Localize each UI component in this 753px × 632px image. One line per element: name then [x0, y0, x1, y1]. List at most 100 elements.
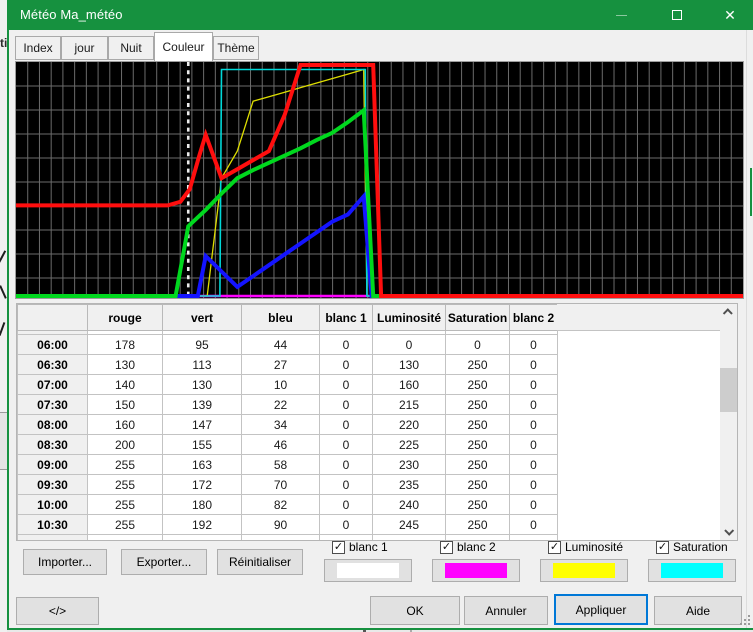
- grid-cell[interactable]: 0: [320, 335, 373, 355]
- aide-button[interactable]: Aide: [654, 596, 742, 625]
- grid-cell[interactable]: 58: [242, 455, 320, 475]
- grid-cell[interactable]: 0: [510, 355, 558, 375]
- grid-cell[interactable]: 0: [320, 435, 373, 455]
- grid-cell[interactable]: 250: [446, 415, 510, 435]
- row-time[interactable]: 11:00: [18, 535, 88, 542]
- grid-cell[interactable]: 250: [446, 375, 510, 395]
- grid-cell[interactable]: 95: [163, 335, 242, 355]
- grid-cell[interactable]: 155: [163, 435, 242, 455]
- grid-cell[interactable]: 255: [88, 475, 163, 495]
- grid-cell[interactable]: 0: [446, 335, 510, 355]
- grid-cell[interactable]: 250: [446, 515, 510, 535]
- tab-nuit[interactable]: Nuit: [108, 36, 154, 60]
- grid-cell[interactable]: 0: [320, 415, 373, 435]
- tab-index[interactable]: Index: [15, 36, 61, 60]
- grid-cell[interactable]: 0: [320, 355, 373, 375]
- grid-cell[interactable]: 10: [242, 375, 320, 395]
- table-scrollbar[interactable]: [720, 304, 737, 540]
- saturation-color-button[interactable]: [648, 559, 736, 582]
- grid-cell[interactable]: 235: [373, 475, 446, 495]
- grid-cell[interactable]: 0: [320, 515, 373, 535]
- maximize-button[interactable]: [661, 0, 693, 30]
- grid-cell[interactable]: 178: [88, 335, 163, 355]
- grid-cell[interactable]: 70: [242, 475, 320, 495]
- importer-button[interactable]: Importer...: [23, 549, 107, 575]
- grid-cell[interactable]: 255: [88, 495, 163, 515]
- col-header-blanc1[interactable]: blanc 1: [320, 305, 373, 331]
- grid-cell[interactable]: 0: [320, 455, 373, 475]
- grid-cell[interactable]: 0: [510, 435, 558, 455]
- grid-cell[interactable]: 220: [373, 415, 446, 435]
- grid-cell[interactable]: 0: [373, 335, 446, 355]
- grid-cell[interactable]: 0: [510, 455, 558, 475]
- grid-cell[interactable]: 0: [320, 375, 373, 395]
- blanc1-color-button[interactable]: [324, 559, 412, 582]
- blanc2-checkbox[interactable]: ✓: [440, 541, 453, 554]
- row-time[interactable]: 08:30: [18, 435, 88, 455]
- grid-cell[interactable]: 27: [242, 355, 320, 375]
- row-time[interactable]: 08:00: [18, 415, 88, 435]
- col-header-saturation[interactable]: Saturation: [446, 305, 510, 331]
- grid-cell[interactable]: 113: [163, 355, 242, 375]
- grid-cell[interactable]: 163: [163, 455, 242, 475]
- titlebar[interactable]: Météo Ma_météo ✕: [7, 0, 753, 30]
- grid-cell[interactable]: 130: [88, 355, 163, 375]
- saturation-checkbox[interactable]: ✓: [656, 541, 669, 554]
- ok-button[interactable]: OK: [370, 596, 460, 625]
- col-header-bleu[interactable]: bleu: [242, 305, 320, 331]
- grid-cell[interactable]: 0: [510, 335, 558, 355]
- grid-cell[interactable]: 250: [446, 355, 510, 375]
- grid-cell[interactable]: 130: [373, 355, 446, 375]
- code-view-button[interactable]: </>: [16, 597, 99, 625]
- color-curve-chart[interactable]: [15, 61, 744, 299]
- grid-cell[interactable]: 0: [510, 395, 558, 415]
- grid-cell[interactable]: 0: [320, 495, 373, 515]
- grid-cell[interactable]: 0: [510, 375, 558, 395]
- grid-cell[interactable]: 0: [510, 475, 558, 495]
- row-time[interactable]: 09:30: [18, 475, 88, 495]
- row-time[interactable]: 10:00: [18, 495, 88, 515]
- row-time[interactable]: 06:00: [18, 335, 88, 355]
- appliquer-button[interactable]: Appliquer: [554, 594, 648, 625]
- reinitialiser-button[interactable]: Réinitialiser: [217, 549, 303, 575]
- luminosite-color-button[interactable]: [540, 559, 628, 582]
- row-time[interactable]: 10:30: [18, 515, 88, 535]
- grid-cell[interactable]: 0: [510, 495, 558, 515]
- col-header-luminosite[interactable]: Luminosité: [373, 305, 446, 331]
- grid-cell[interactable]: 22: [242, 395, 320, 415]
- grid-cell[interactable]: 82: [242, 495, 320, 515]
- grid-cell[interactable]: 240: [373, 495, 446, 515]
- row-time[interactable]: 07:30: [18, 395, 88, 415]
- annuler-button[interactable]: Annuler: [464, 596, 548, 625]
- grid-cell[interactable]: 200: [88, 435, 163, 455]
- grid-cell[interactable]: 0: [510, 515, 558, 535]
- scroll-up-button[interactable]: [720, 304, 737, 321]
- blanc1-checkbox[interactable]: ✓: [332, 541, 345, 554]
- blanc2-color-button[interactable]: [432, 559, 520, 582]
- col-header-rouge[interactable]: rouge: [88, 305, 163, 331]
- grid-cell[interactable]: 34: [242, 415, 320, 435]
- grid-cell[interactable]: 180: [163, 495, 242, 515]
- resize-grip[interactable]: [740, 615, 750, 625]
- grid-cell[interactable]: 192: [163, 515, 242, 535]
- grid-cell[interactable]: 0: [320, 475, 373, 495]
- grid-cell[interactable]: 250: [446, 435, 510, 455]
- grid-cell[interactable]: 110: [242, 535, 320, 542]
- grid-cell[interactable]: 255: [88, 455, 163, 475]
- grid-cell[interactable]: 147: [163, 415, 242, 435]
- grid-cell[interactable]: 160: [373, 375, 446, 395]
- grid-cell[interactable]: 250: [446, 475, 510, 495]
- scrollbar-thumb[interactable]: [720, 368, 737, 412]
- minimize-button[interactable]: [605, 0, 637, 30]
- grid-cell[interactable]: 215: [373, 395, 446, 415]
- grid-cell[interactable]: 0: [320, 395, 373, 415]
- grid-cell[interactable]: 139: [163, 395, 242, 415]
- grid-cell[interactable]: 250: [446, 455, 510, 475]
- col-header-time[interactable]: [18, 305, 88, 331]
- grid-cell[interactable]: 200: [163, 535, 242, 542]
- luminosite-checkbox[interactable]: ✓: [548, 541, 561, 554]
- col-header-blanc2[interactable]: blanc 2: [510, 305, 558, 331]
- row-time[interactable]: 06:30: [18, 355, 88, 375]
- col-header-vert[interactable]: vert: [163, 305, 242, 331]
- scroll-down-button[interactable]: [720, 523, 737, 540]
